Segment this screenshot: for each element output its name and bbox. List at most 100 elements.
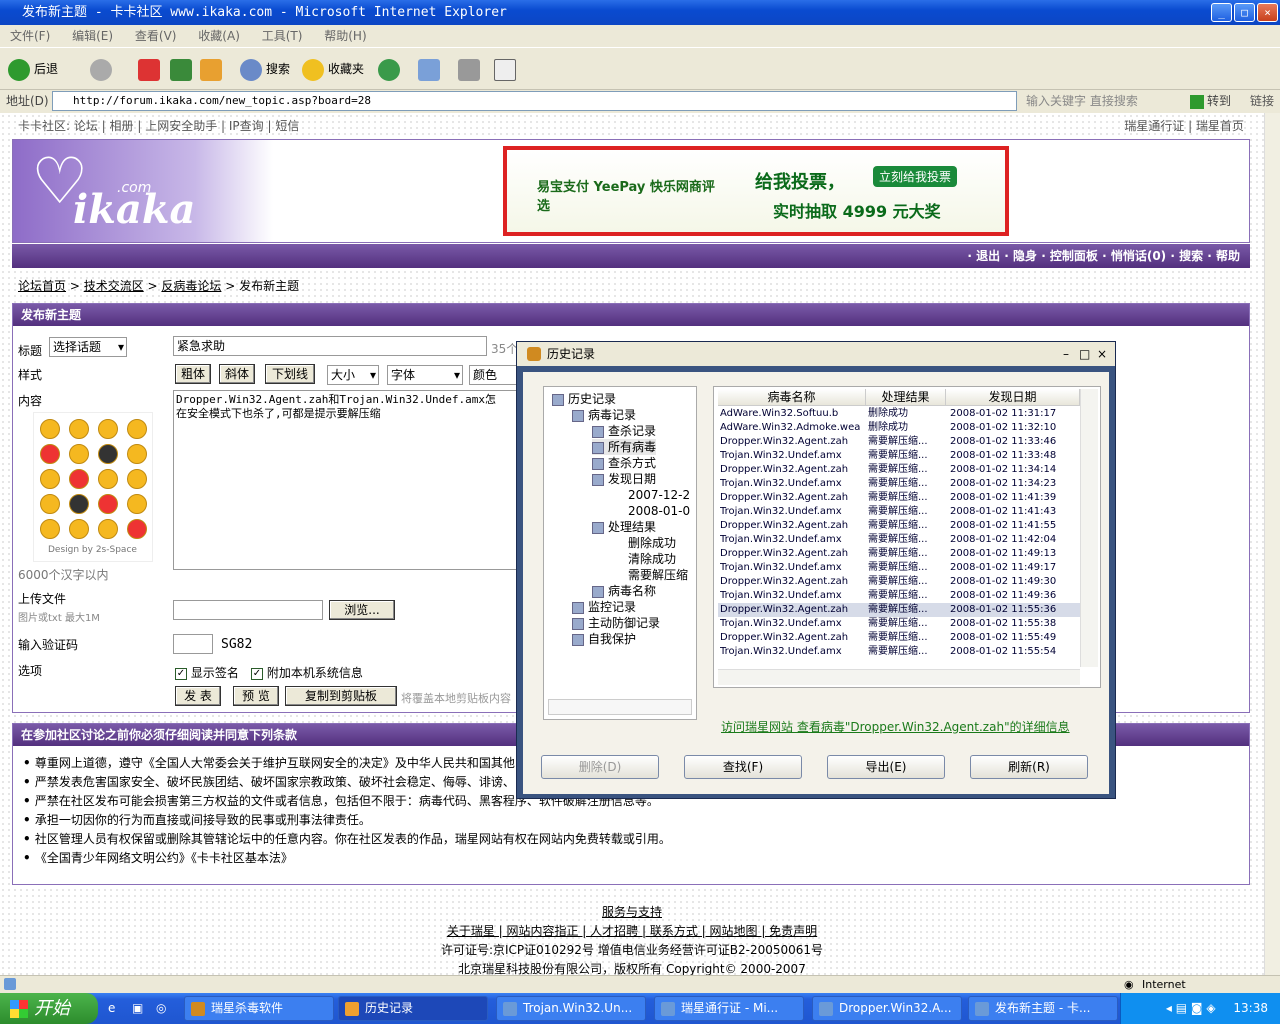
site-nav-bar[interactable]: · 退出 · 隐身 · 控制面板 · 悄悄话(0) · 搜索 · 帮助	[12, 244, 1250, 268]
col-virus-name[interactable]: 病毒名称	[718, 389, 866, 406]
size-select[interactable]: 大小 ▾	[327, 365, 379, 385]
terms-item[interactable]: 《全国青少年网络文明公约》《卡卡社区基本法》	[23, 849, 671, 868]
emoticon-icon[interactable]	[69, 444, 89, 464]
attach-info-checkbox[interactable]: ✓ 附加本机系统信息	[251, 664, 363, 681]
tree-item[interactable]: 删除成功	[612, 535, 676, 551]
emoticon-icon[interactable]	[40, 519, 60, 539]
table-row[interactable]: Dropper.Win32.Agent.zah 需要解压缩... 2008-01-0…	[718, 519, 1080, 533]
preview-button[interactable]: 预 览	[233, 686, 279, 706]
table-row[interactable]: Trojan.Win32.Undef.amx 需要解压缩... 2008-01-02…	[718, 561, 1080, 575]
menu-help[interactable]: 帮助(H)	[324, 29, 366, 43]
browse-button[interactable]: 浏览...	[329, 600, 395, 620]
emoticon-icon[interactable]	[98, 419, 118, 439]
taskbar-button[interactable]: 发布新主题 - 卡...	[968, 996, 1118, 1021]
footer-support[interactable]: 服务与支持	[0, 903, 1264, 922]
close-button[interactable]: ×	[1257, 3, 1278, 22]
go-button[interactable]: 转到	[1190, 90, 1231, 112]
delete-button[interactable]: 删除(D)	[541, 755, 659, 779]
tree-item[interactable]: 处理结果	[592, 519, 656, 535]
submit-button[interactable]: 发 表	[175, 686, 221, 706]
menu-favorites[interactable]: 收藏(A)	[198, 29, 240, 43]
table-row[interactable]: Dropper.Win32.Agent.zah 需要解压缩... 2008-01-0…	[718, 575, 1080, 589]
favorites-button[interactable]: 收藏夹	[302, 56, 364, 82]
virus-info-link[interactable]: 访问瑞星网站 查看病毒"Dropper.Win32.Agent.zah"的详细信…	[721, 718, 1070, 735]
table-row[interactable]: AdWare.Win32.Softuu.b 删除成功 2008-01-02 11:3…	[718, 407, 1080, 421]
col-date[interactable]: 发现日期	[946, 389, 1080, 406]
emoticon-icon[interactable]	[69, 494, 89, 514]
show-sign-checkbox[interactable]: ✓ 显示签名	[175, 664, 239, 681]
grid-vscrollbar[interactable]	[1080, 389, 1098, 667]
emoticon-icon[interactable]	[98, 519, 118, 539]
tree-item[interactable]: 查杀方式	[592, 455, 656, 471]
menu-edit[interactable]: 编辑(E)	[72, 29, 113, 43]
title-input[interactable]: 紧急求助	[173, 336, 487, 356]
emoticon-icon[interactable]	[40, 419, 60, 439]
table-row[interactable]: AdWare.Win32.Admoke.wea 删除成功 2008-01-02 11…	[718, 421, 1080, 435]
ie-quicklaunch-icon[interactable]: e	[108, 1001, 115, 1015]
table-row[interactable]: Trojan.Win32.Undef.amx 需要解压缩... 2008-01-02…	[718, 645, 1080, 659]
table-row[interactable]: Dropper.Win32.Agent.zah 需要解压缩... 2008-01-0…	[718, 491, 1080, 505]
tree-item[interactable]: 2007-12-2	[612, 487, 690, 503]
emoticon-icon[interactable]	[69, 469, 89, 489]
upload-input[interactable]	[173, 600, 323, 620]
emoticon-icon[interactable]	[40, 494, 60, 514]
tree-item[interactable]: 需要解压缩	[612, 567, 688, 583]
back-button[interactable]: 后退	[8, 56, 58, 82]
search-hint[interactable]: 输入关键字 直接搜索	[1026, 90, 1138, 112]
taskbar-button[interactable]: 瑞星通行证 - Mi...	[654, 996, 804, 1021]
dialog-minimize-button[interactable]: –	[1063, 342, 1069, 366]
tree-item[interactable]: 主动防御记录	[572, 615, 660, 631]
font-select[interactable]: 字体 ▾	[387, 365, 463, 385]
table-row[interactable]: Trojan.Win32.Undef.amx 需要解压缩... 2008-01-02…	[718, 533, 1080, 547]
taskbar-button[interactable]: 瑞星杀毒软件	[184, 996, 334, 1021]
emoticon-icon[interactable]	[40, 444, 60, 464]
ad-banner[interactable]: 易宝支付 YeePay 快乐网商评选 给我投票， 实时抽取 4999 元大奖 立…	[503, 146, 1009, 236]
tree-item[interactable]: 查杀记录	[592, 423, 656, 439]
tree-item[interactable]: 病毒名称	[592, 583, 656, 599]
underline-button[interactable]: 下划线	[265, 364, 315, 384]
tree-item[interactable]: 发现日期	[592, 471, 656, 487]
start-button[interactable]: 开始	[0, 993, 98, 1024]
find-button[interactable]: 查找(F)	[684, 755, 802, 779]
links-button[interactable]: 链接	[1250, 90, 1274, 112]
dialog-close-button[interactable]: ×	[1097, 342, 1107, 366]
col-result[interactable]: 处理结果	[866, 389, 946, 406]
emoticon-icon[interactable]	[127, 494, 147, 514]
table-row[interactable]: Trojan.Win32.Undef.amx 需要解压缩... 2008-01-02…	[718, 477, 1080, 491]
emoticon-icon[interactable]	[40, 469, 60, 489]
emoticon-icon[interactable]	[127, 469, 147, 489]
tree-item[interactable]: 2008-01-0	[612, 503, 690, 519]
table-row[interactable]: Trojan.Win32.Undef.amx 需要解压缩... 2008-01-02…	[718, 449, 1080, 463]
page-scrollbar[interactable]	[1264, 113, 1280, 975]
history-button[interactable]	[378, 56, 404, 82]
tree-item[interactable]: 监控记录	[572, 599, 636, 615]
taskbar-button[interactable]: Trojan.Win32.Un...	[496, 996, 646, 1021]
print-button[interactable]	[458, 56, 484, 82]
emoticon-icon[interactable]	[98, 469, 118, 489]
refresh-button[interactable]: 刷新(R)	[970, 755, 1088, 779]
grid-hscrollbar[interactable]	[718, 669, 1080, 685]
emoticon-icon[interactable]	[127, 444, 147, 464]
color-select[interactable]: 颜色	[469, 365, 517, 385]
captcha-input[interactable]	[173, 634, 213, 654]
table-row[interactable]: Dropper.Win32.Agent.zah 需要解压缩... 2008-01-0…	[718, 631, 1080, 645]
breadcrumb-home[interactable]: 论坛首页	[18, 279, 66, 293]
table-row[interactable]: Trojan.Win32.Undef.amx 需要解压缩... 2008-01-02…	[718, 505, 1080, 519]
menu-tools[interactable]: 工具(T)	[262, 29, 303, 43]
emoticon-icon[interactable]	[127, 419, 147, 439]
stop-button[interactable]	[138, 56, 164, 82]
search-button[interactable]: 搜索	[240, 56, 290, 82]
address-input[interactable]: http://forum.ikaka.com/new_topic.asp?boa…	[52, 91, 1017, 111]
copy-button[interactable]: 复制到剪贴板	[285, 686, 397, 706]
footer-links[interactable]: 关于瑞星 | 网站内容指正 | 人才招聘 | 联系方式 | 网站地图 | 免责声…	[0, 922, 1264, 941]
menu-file[interactable]: 文件(F)	[10, 29, 50, 43]
breadcrumb-tech[interactable]: 技术交流区	[84, 279, 144, 293]
tree-item[interactable]: 自我保护	[572, 631, 636, 647]
table-row[interactable]: Dropper.Win32.Agent.zah 需要解压缩... 2008-01-0…	[718, 603, 1080, 617]
tree-item[interactable]: 历史记录	[552, 391, 616, 407]
emoticon-icon[interactable]	[98, 444, 118, 464]
table-row[interactable]: Dropper.Win32.Agent.zah 需要解压缩... 2008-01-0…	[718, 463, 1080, 477]
tree-item[interactable]: 所有病毒	[592, 439, 657, 455]
content-textarea[interactable]: Dropper.Win32.Agent.zah和Trojan.Win32.Und…	[173, 390, 518, 570]
ikaka-logo[interactable]: ♡ ikaka .com	[13, 140, 273, 242]
